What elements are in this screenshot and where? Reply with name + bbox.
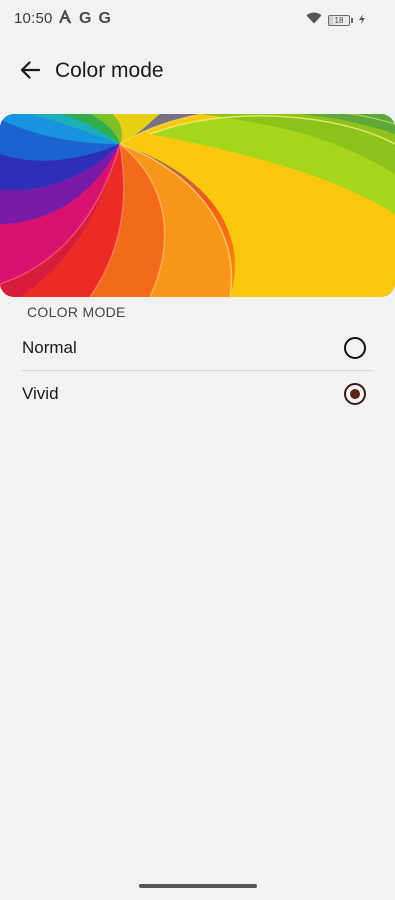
page-title: Color mode — [55, 59, 164, 82]
battery-level: 18 — [334, 15, 344, 25]
home-indicator[interactable] — [139, 884, 257, 888]
battery-icon: 18 — [328, 14, 350, 26]
app-bar: Color mode — [0, 50, 395, 94]
option-normal[interactable]: Normal — [0, 325, 395, 371]
option-label-vivid: Vivid — [22, 384, 59, 403]
option-vivid[interactable]: Vivid — [0, 371, 395, 417]
battery-fill — [329, 15, 333, 25]
back-arrow-icon — [20, 60, 41, 84]
wifi-icon — [306, 11, 322, 29]
radio-normal[interactable] — [344, 337, 366, 359]
color-mode-screen: 10:50 G G 18 Color mode COLOR MODE Norma… — [0, 0, 395, 900]
status-system-icons: 18 — [306, 11, 365, 29]
battery-tip — [351, 17, 353, 23]
autofill-icon — [58, 7, 72, 29]
option-label-normal: Normal — [22, 338, 77, 357]
color-swirl-banner — [0, 114, 395, 297]
charging-icon — [359, 11, 365, 29]
status-notification-icons: G G — [58, 7, 111, 29]
color-swirl-image — [0, 114, 395, 297]
status-time: 10:50 — [14, 10, 53, 27]
section-header-color-mode: COLOR MODE — [27, 304, 126, 320]
back-button[interactable] — [14, 56, 46, 88]
status-bar: 10:50 G G 18 — [0, 0, 395, 40]
google-icon: G — [98, 10, 111, 27]
google-icon: G — [79, 10, 92, 27]
radio-vivid[interactable] — [344, 383, 366, 405]
